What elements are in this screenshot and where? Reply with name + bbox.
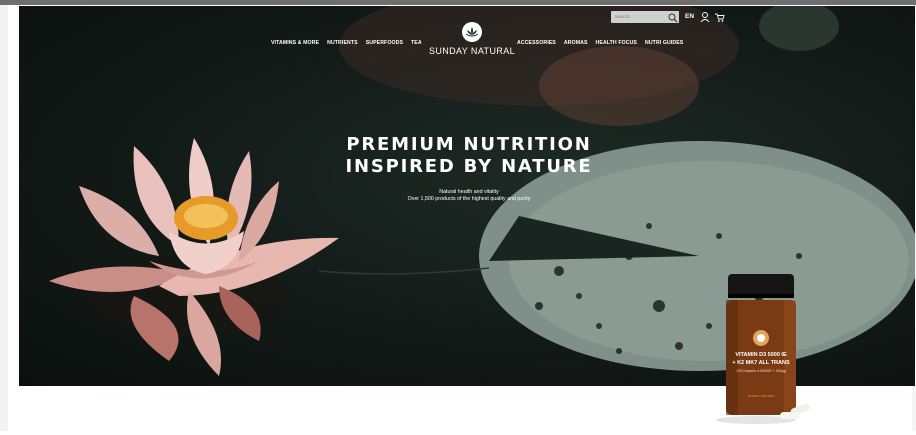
nav-nutrients[interactable]: NUTRIENTS [327,40,358,46]
jar-brand: SUNDAY NATURAL [747,394,775,398]
nav-nutri-guides[interactable]: NUTRI GUIDES [645,40,683,46]
top-border [0,0,916,5]
subtitle-line-2: Over 1,500 products of the highest quali… [407,196,531,202]
nav-accessories[interactable]: ACCESSORIES [517,40,556,46]
nav-health-focus[interactable]: HEALTH FOCUS [596,40,637,46]
language-selector[interactable]: EN [685,13,694,20]
main-nav-left: VITAMINS & MORE NUTRIENTS SUPERFOODS TEA [271,40,422,46]
jar-label-line-3: 120 Kapseln à 5000IE + 200µg [736,369,786,373]
nav-tea[interactable]: TEA [411,40,422,46]
cart-icon[interactable] [714,11,725,23]
nav-vitamins-more[interactable]: VITAMINS & MORE [271,40,319,46]
main-nav-right: ACCESSORIES AROMAS HEALTH FOCUS NUTRI GU… [517,40,683,46]
user-icon[interactable] [700,11,710,23]
brand-name: SUNDAY NATURAL [428,46,516,56]
supplement-jar [716,274,810,424]
headline-line-2: INSPIRED BY NATURE [345,156,593,177]
subtitle-line-1: Natural health and vitality [439,189,499,195]
nav-superfoods[interactable]: SUPERFOODS [366,40,403,46]
search-icon [668,13,678,23]
jar-label-line-2: + K2 MK7 ALL TRANS [732,360,790,366]
product-image-vitamin-d3[interactable]: VITAMIN D3 5000 IE + K2 MK7 ALL TRANS 12… [712,270,824,430]
hero-headline: PREMIUM NUTRITION INSPIRED BY NATURE [319,134,619,178]
search-button[interactable] [667,11,679,23]
jar-label-line-1: VITAMIN D3 5000 IE [735,352,787,358]
hero-subtitle: Natural health and vitality Over 1,500 p… [349,189,589,203]
left-gutter [0,5,8,431]
nav-aromas[interactable]: AROMAS [564,40,588,46]
lotus-icon [462,22,482,42]
brand-logo[interactable]: SUNDAY NATURAL [422,22,522,56]
headline-line-1: PREMIUM NUTRITION [346,134,592,155]
